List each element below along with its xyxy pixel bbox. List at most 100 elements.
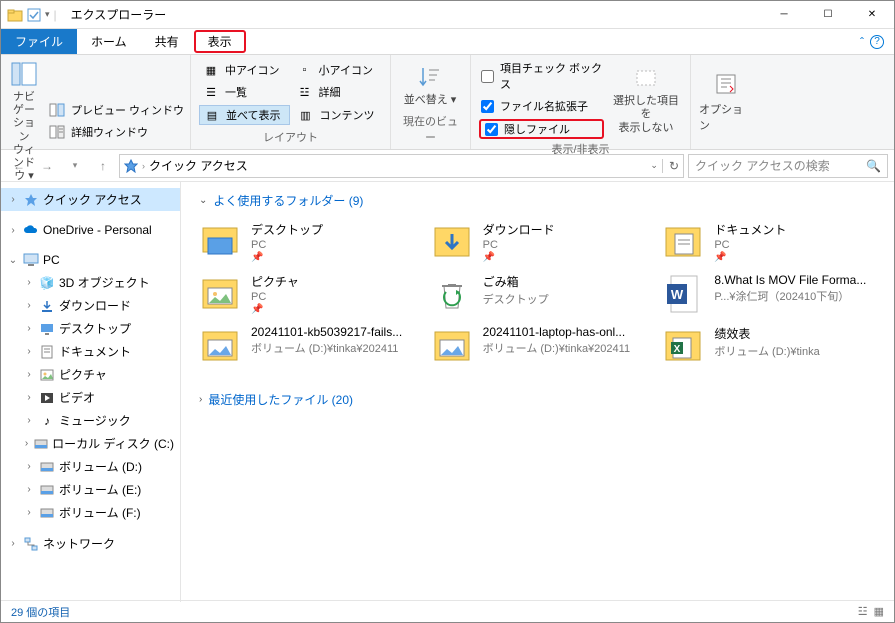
sidebar-disk-f[interactable]: ›ボリューム (F:): [1, 501, 180, 524]
maximize-button[interactable]: ☐: [806, 1, 850, 29]
navigation-tree[interactable]: ›クイック アクセス ›OneDrive - Personal ⌄PC ›🧊3D…: [1, 182, 181, 602]
caret-right-icon: ›: [199, 394, 202, 405]
item-thumbnail: [199, 221, 241, 263]
checkbox-hidden-files[interactable]: 隠しファイル: [479, 119, 604, 139]
checkbox-file-extensions[interactable]: ファイル名拡張子: [479, 97, 604, 115]
item-thumbnail: [431, 273, 473, 315]
options-icon: [711, 69, 741, 99]
item-name: デスクトップ: [251, 221, 323, 238]
qat-checkbox-icon[interactable]: [27, 8, 41, 22]
sidebar-music[interactable]: ›♪ミュージック: [1, 409, 180, 432]
search-placeholder: クイック アクセスの検索: [695, 157, 866, 174]
pictures-icon: [39, 367, 55, 383]
refresh-button[interactable]: ↻: [662, 159, 679, 173]
address-dropdown-icon[interactable]: ⌄: [650, 160, 658, 171]
item-location: ボリューム (D:)¥tinka¥202411: [483, 340, 630, 356]
folder-item[interactable]: ピクチャPC📌: [199, 273, 413, 315]
forward-button[interactable]: →: [35, 154, 59, 178]
address-bar[interactable]: › クイック アクセス ⌄ ↻: [119, 154, 684, 178]
hide-selected-icon: [631, 63, 661, 93]
folder-item[interactable]: ごみ箱デスクトップ: [431, 273, 645, 315]
tab-share[interactable]: 共有: [141, 29, 193, 54]
address-path: クイック アクセス: [149, 157, 248, 174]
sidebar-videos[interactable]: ›ビデオ: [1, 386, 180, 409]
window-title: エクスプローラー: [63, 6, 167, 23]
sidebar-disk-c[interactable]: ›ローカル ディスク (C:): [1, 432, 180, 455]
close-button[interactable]: ✕: [850, 1, 894, 29]
ribbon-collapse-button[interactable]: ˆ ?: [850, 29, 894, 54]
folder-item[interactable]: 20241101-kb5039217-fails...ボリューム (D:)¥ti…: [199, 325, 413, 367]
preview-pane-button[interactable]: プレビュー ウィンドウ: [45, 101, 188, 119]
layout-small-icons[interactable]: ▫小アイコン: [293, 61, 383, 79]
details-pane-button[interactable]: 詳細ウィンドウ: [45, 123, 188, 141]
layout-medium-icons[interactable]: ▦中アイコン: [199, 61, 289, 79]
layout-details[interactable]: ☳詳細: [293, 83, 383, 101]
options-button[interactable]: オプション: [699, 59, 753, 143]
tab-home[interactable]: ホーム: [77, 29, 141, 54]
sidebar-network[interactable]: ›ネットワーク: [1, 532, 180, 555]
sidebar-disk-e[interactable]: ›ボリューム (E:): [1, 478, 180, 501]
sidebar-disk-d[interactable]: ›ボリューム (D:): [1, 455, 180, 478]
layout-tiles[interactable]: ▤並べて表示: [199, 105, 290, 125]
item-location: ボリューム (D:)¥tinka¥202411: [251, 340, 402, 356]
preview-pane-icon: [49, 102, 65, 118]
content-area[interactable]: ⌄ よく使用するフォルダー (9) デスクトップPC📌ダウンロードPC📌ドキュメ…: [181, 182, 894, 602]
item-thumbnail: [431, 325, 473, 367]
sidebar-pc[interactable]: ⌄PC: [1, 249, 180, 271]
item-location: PC: [251, 239, 323, 251]
sidebar-3d-objects[interactable]: ›🧊3D オブジェクト: [1, 271, 180, 294]
sidebar-desktop[interactable]: ›デスクトップ: [1, 317, 180, 340]
item-thumbnail: [662, 221, 704, 263]
item-thumbnail: [431, 221, 473, 263]
hide-selected-button[interactable]: 選択した項目を 表示しない: [610, 59, 682, 139]
sidebar-documents[interactable]: ›ドキュメント: [1, 340, 180, 363]
tab-view[interactable]: 表示: [194, 30, 246, 53]
drive-icon: [39, 459, 55, 475]
details-pane-icon: [49, 124, 65, 140]
folder-item[interactable]: ダウンロードPC📌: [431, 221, 645, 263]
search-box[interactable]: クイック アクセスの検索 🔍: [688, 154, 888, 178]
desktop-icon: [39, 321, 55, 337]
sidebar-pictures[interactable]: ›ピクチャ: [1, 363, 180, 386]
medium-icons-icon: ▦: [203, 62, 219, 78]
folder-item[interactable]: デスクトップPC📌: [199, 221, 413, 263]
checkbox-item-checkboxes[interactable]: 項目チェック ボックス: [479, 59, 604, 93]
sort-icon: [415, 62, 445, 92]
view-icons-button[interactable]: ▦: [874, 605, 884, 618]
layout-list[interactable]: ☰一覧: [199, 83, 289, 101]
folder-item[interactable]: W8.What Is MOV File Forma...P...¥涂仁珂（202…: [662, 273, 876, 315]
sort-by-button[interactable]: 並べ替え ▾: [399, 59, 461, 111]
star-icon: [23, 192, 39, 208]
sidebar-onedrive[interactable]: ›OneDrive - Personal: [1, 219, 180, 241]
section-frequent-folders[interactable]: ⌄ よく使用するフォルダー (9): [199, 192, 876, 209]
sidebar-downloads[interactable]: ›ダウンロード: [1, 294, 180, 317]
minimize-button[interactable]: ─: [762, 1, 806, 29]
section-recent-files[interactable]: › 最近使用したファイル (20): [199, 391, 876, 408]
folder-item[interactable]: 20241101-laptop-has-onl...ボリューム (D:)¥tin…: [431, 325, 645, 367]
qat-dropdown-icon[interactable]: ▾: [45, 9, 50, 20]
group-label-layout: レイアウト: [199, 127, 382, 145]
item-location: ボリューム (D:)¥tinka: [714, 343, 819, 359]
quick-access-star-icon: [124, 159, 138, 173]
recent-dropdown[interactable]: ▾: [63, 154, 87, 178]
folder-item[interactable]: ドキュメントPC📌: [662, 221, 876, 263]
tab-file[interactable]: ファイル: [1, 29, 77, 54]
pin-icon: 📌: [251, 252, 323, 263]
caret-down-icon: ⌄: [199, 195, 207, 206]
drive-icon: [39, 482, 55, 498]
view-details-button[interactable]: ☳: [858, 605, 868, 618]
back-button[interactable]: ←: [7, 154, 31, 178]
sidebar-quick-access[interactable]: ›クイック アクセス: [1, 188, 180, 211]
drive-icon: [34, 436, 48, 452]
up-button[interactable]: ↑: [91, 154, 115, 178]
cube-icon: 🧊: [39, 275, 55, 291]
ribbon-view: ナビゲーション ウィンドウ ▾ プレビュー ウィンドウ 詳細ウィンドウ ペイン …: [1, 55, 894, 150]
content-icon: ▥: [298, 107, 314, 123]
search-icon: 🔍: [866, 159, 881, 173]
pin-icon: 📌: [251, 304, 299, 315]
status-text: 29 個の項目: [11, 604, 70, 620]
layout-content[interactable]: ▥コンテンツ: [294, 105, 383, 125]
folder-item[interactable]: X绩效表ボリューム (D:)¥tinka: [662, 325, 876, 367]
videos-icon: [39, 390, 55, 406]
item-name: 绩效表: [714, 325, 819, 342]
